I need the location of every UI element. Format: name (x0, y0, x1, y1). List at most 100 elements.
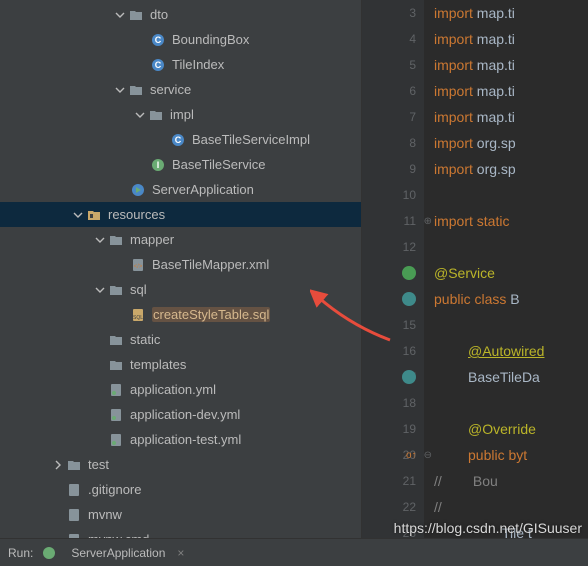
bean-gutter-icon[interactable] (402, 370, 416, 384)
yml-file-icon (108, 407, 124, 423)
annotation: @Autowired (468, 343, 544, 359)
chevron-down-icon (70, 210, 86, 220)
tree-label: TileIndex (172, 57, 224, 72)
tree-label: impl (170, 107, 194, 122)
tree-label: mvnw.cmd (88, 532, 149, 538)
svg-text:C: C (175, 135, 182, 145)
fold-icon[interactable]: ⊖ (424, 450, 432, 461)
tree-label: createStyleTable.sql (152, 307, 270, 322)
tree-item-basetileserviceimpl[interactable]: C BaseTileServiceImpl (0, 127, 361, 152)
comment: Bou (442, 473, 498, 489)
kw: import (434, 135, 477, 151)
code-editor[interactable]: 3 4 5 6 7 8 9 10 11⊕ 12 13 14 15 16 17 1… (362, 0, 588, 538)
tree-label: application.yml (130, 382, 216, 397)
class-icon: C (150, 32, 166, 48)
project-tree[interactable]: dto C BoundingBox C TileIndex service impl… (0, 0, 362, 538)
line-no: 11 (404, 214, 416, 228)
tree-item-service[interactable]: service (0, 77, 361, 102)
file-icon (66, 482, 82, 498)
svg-text:C: C (155, 35, 162, 45)
tree-label: BaseTileService (172, 157, 265, 172)
code-text: BaseTileDa (468, 369, 540, 385)
tree-item-applicationtestyml[interactable]: application-test.yml (0, 427, 361, 452)
line-no: 21 (403, 474, 416, 488)
kw: public class (434, 291, 510, 307)
tree-item-templates[interactable]: templates (0, 352, 361, 377)
code-text: map.ti (477, 57, 515, 73)
tree-label: templates (130, 357, 186, 372)
tree-item-resources[interactable]: resources (0, 202, 361, 227)
svg-text:SQL: SQL (133, 315, 143, 321)
code-text: map.ti (477, 109, 515, 125)
tree-label: resources (108, 207, 165, 222)
yml-file-icon (108, 382, 124, 398)
comment: // (434, 473, 442, 489)
yml-file-icon (108, 432, 124, 448)
line-no: 23 (403, 526, 416, 538)
tree-label: application-test.yml (130, 432, 241, 447)
folder-icon (108, 232, 124, 248)
code-text: org.sp (477, 161, 516, 177)
class-run-icon (130, 182, 146, 198)
line-no: 10 (403, 188, 416, 202)
code-area[interactable]: import map.ti import map.ti import map.t… (424, 0, 544, 538)
tree-item-mvnw[interactable]: mvnw (0, 502, 361, 527)
bean-gutter-icon[interactable] (402, 292, 416, 306)
tree-item-applicationdevyml[interactable]: application-dev.yml (0, 402, 361, 427)
class-icon: C (170, 132, 186, 148)
tree-item-serverapplication[interactable]: ServerApplication (0, 177, 361, 202)
svg-text:</>: </> (134, 264, 143, 270)
tree-item-gitignore[interactable]: .gitignore (0, 477, 361, 502)
line-no: 22 (403, 500, 416, 514)
folder-icon (128, 7, 144, 23)
tree-item-tileindex[interactable]: C TileIndex (0, 52, 361, 77)
tree-item-applicationyml[interactable]: application.yml (0, 377, 361, 402)
comment: // (434, 499, 442, 515)
run-label: Run: (8, 546, 33, 560)
tree-item-basetileservice[interactable]: I BaseTileService (0, 152, 361, 177)
folder-icon (66, 457, 82, 473)
tree-label: BoundingBox (172, 32, 249, 47)
run-config-name[interactable]: ServerApplication (71, 546, 165, 560)
tree-label: static (130, 332, 160, 347)
tree-item-static[interactable]: static (0, 327, 361, 352)
svg-text:C: C (155, 60, 162, 70)
tree-item-boundingbox[interactable]: C BoundingBox (0, 27, 361, 52)
tree-item-dto[interactable]: dto (0, 2, 361, 27)
folder-icon (148, 107, 164, 123)
tree-item-mvnwcmd[interactable]: mvnw.cmd (0, 527, 361, 538)
tree-label: BaseTileServiceImpl (192, 132, 310, 147)
tree-item-basetilemapperxml[interactable]: </>BaseTileMapper.xml (0, 252, 361, 277)
tree-label: mvnw (88, 507, 122, 522)
svg-text:I: I (157, 160, 160, 170)
tree-item-mapper[interactable]: mapper (0, 227, 361, 252)
file-icon (66, 532, 82, 539)
annotation: @Override (468, 421, 536, 437)
annotation: @Service (434, 265, 495, 281)
line-no: 7 (409, 110, 416, 124)
tree-item-sql[interactable]: sql (0, 277, 361, 302)
fold-icon[interactable]: ⊕ (424, 216, 432, 227)
kw: public (468, 447, 508, 463)
tree-label: dto (150, 7, 168, 22)
code-text: map.ti (477, 83, 515, 99)
tree-item-impl[interactable]: impl (0, 102, 361, 127)
tree-item-createstyletablesql[interactable]: SQL createStyleTable.sql (0, 302, 361, 327)
folder-icon (128, 82, 144, 98)
sql-file-icon: SQL (130, 307, 146, 323)
kw: import (434, 31, 477, 47)
code-text: map.ti (477, 31, 515, 47)
line-no: 19 (403, 422, 416, 436)
tree-label: .gitignore (88, 482, 141, 497)
code-text: org.sp (477, 135, 516, 151)
gutter: 3 4 5 6 7 8 9 10 11⊕ 12 13 14 15 16 17 1… (362, 0, 424, 538)
tree-item-test[interactable]: test (0, 452, 361, 477)
xml-file-icon: </> (130, 257, 146, 273)
bean-gutter-icon[interactable] (402, 266, 416, 280)
close-icon[interactable]: × (177, 546, 184, 560)
override-up-icon[interactable]: o↑ (406, 450, 417, 461)
spring-run-icon[interactable] (41, 545, 57, 561)
tree-label: mapper (130, 232, 174, 247)
chevron-down-icon (92, 235, 108, 245)
chevron-down-icon (92, 285, 108, 295)
